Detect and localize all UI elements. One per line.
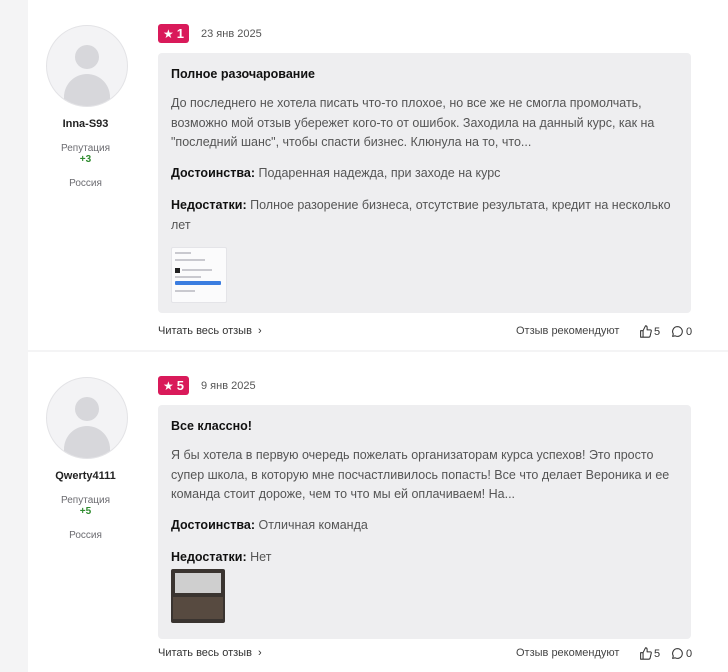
comments-count: 0: [686, 647, 693, 660]
comment-icon: [671, 325, 684, 338]
review-card: Полное разочарование До последнего не хо…: [158, 53, 691, 313]
reputation-value: +3: [79, 154, 92, 165]
user-avatar-icon[interactable]: [46, 377, 128, 459]
thumbs-up-icon: [639, 325, 652, 338]
reputation-label: Репутация: [61, 495, 110, 506]
review-item: Qwerty4111 Репутация +5 Россия ★ 5 9 янв…: [28, 352, 728, 672]
comments-button[interactable]: 0: [671, 647, 692, 660]
cons-label: Недостатки:: [171, 198, 247, 212]
cons-label: Недостатки:: [171, 550, 247, 564]
review-text: Я бы хотела в первую очередь пожелать ор…: [171, 448, 670, 501]
recommend-label: Отзыв рекомендуют: [516, 325, 620, 337]
likes-count: 5: [654, 325, 661, 338]
read-more-label: Читать весь отзыв: [158, 325, 252, 337]
cons-text: Нет: [250, 550, 272, 564]
thumbs-up-icon: [639, 647, 652, 660]
like-button[interactable]: 5: [639, 325, 660, 338]
rating-badge: ★ 1: [158, 24, 189, 43]
review-text: До последнего не хотела писать что-то пл…: [171, 96, 655, 149]
read-full-review-link[interactable]: Читать весь отзыв ›: [158, 647, 262, 659]
username[interactable]: Qwerty4111: [28, 470, 143, 482]
author-country: Россия: [69, 530, 102, 541]
pros-text: Отличная команда: [258, 518, 368, 532]
read-full-review-link[interactable]: Читать весь отзыв ›: [158, 325, 262, 337]
review-photo-thumbnail[interactable]: [171, 569, 225, 623]
likes-count: 5: [654, 647, 661, 660]
review-cons: Недостатки: Нет: [171, 548, 683, 568]
chevron-right-icon: ›: [255, 647, 262, 659]
user-avatar-icon[interactable]: [46, 25, 128, 107]
author-country: Россия: [69, 178, 102, 189]
username[interactable]: Inna-S93: [28, 118, 143, 130]
review-pros: Достоинства: Подаренная надежда, при зах…: [171, 164, 683, 184]
pros-label: Достоинства:: [171, 518, 256, 532]
rating-value: 5: [176, 378, 184, 393]
star-icon: ★: [163, 26, 174, 41]
review-date: 9 янв 2025: [201, 380, 256, 392]
rating-value: 1: [176, 26, 184, 41]
review-title[interactable]: Полное разочарование: [171, 67, 315, 81]
recommend-label: Отзыв рекомендуют: [516, 647, 620, 659]
comment-icon: [671, 647, 684, 660]
pros-text: Подаренная надежда, при заходе на курс: [258, 166, 501, 180]
review-item: Inna-S93 Репутация +3 Россия ★ 1 23 янв …: [28, 0, 728, 350]
like-button[interactable]: 5: [639, 647, 660, 660]
review-card: Все классно! Я бы хотела в первую очеред…: [158, 405, 691, 639]
review-title[interactable]: Все классно!: [171, 419, 252, 433]
reputation-value: +5: [79, 506, 92, 517]
chevron-right-icon: ›: [255, 325, 262, 337]
reputation-label: Репутация: [61, 143, 110, 154]
rating-badge: ★ 5: [158, 376, 189, 395]
read-more-label: Читать весь отзыв: [158, 647, 252, 659]
pros-label: Достоинства:: [171, 166, 256, 180]
comments-count: 0: [686, 325, 693, 338]
comments-button[interactable]: 0: [671, 325, 692, 338]
review-photo-thumbnail[interactable]: [171, 247, 227, 303]
review-pros: Достоинства: Отличная команда: [171, 516, 683, 536]
review-cons: Недостатки: Полное разорение бизнеса, от…: [171, 196, 683, 235]
star-icon: ★: [163, 378, 174, 393]
review-date: 23 янв 2025: [201, 28, 262, 40]
